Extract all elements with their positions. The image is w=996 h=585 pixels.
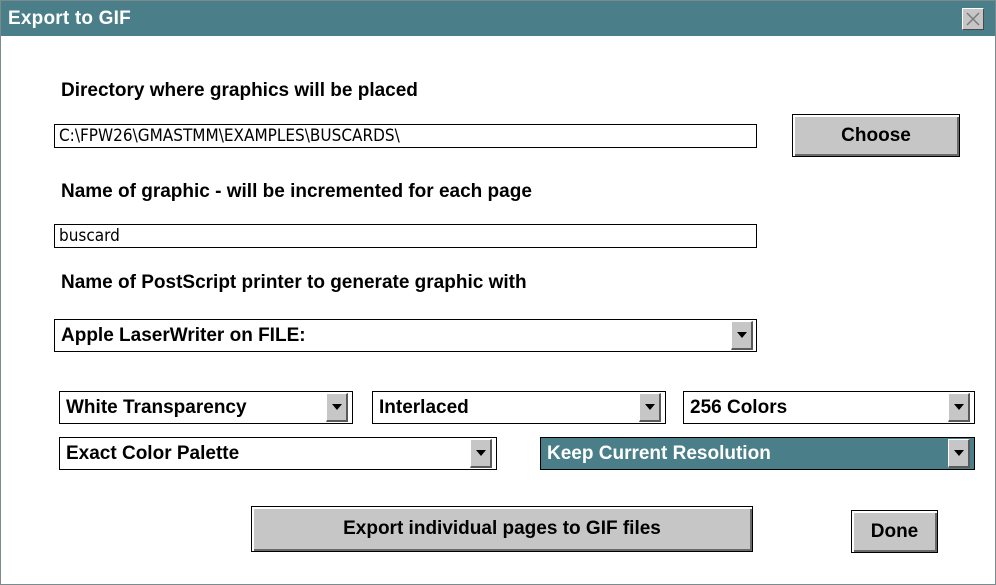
chevron-down-icon[interactable] xyxy=(948,439,970,468)
palette-value: Exact Color Palette xyxy=(66,443,240,464)
interlace-value: Interlaced xyxy=(379,397,469,418)
colors-value: 256 Colors xyxy=(690,397,788,418)
directory-label: Directory where graphics will be placed xyxy=(61,80,418,101)
transparency-select[interactable]: White Transparency xyxy=(59,391,353,424)
dialog-title: Export to GIF xyxy=(8,8,131,29)
graphic-name-input[interactable]: buscard xyxy=(54,224,757,248)
chevron-down-icon[interactable] xyxy=(639,393,661,422)
chevron-down-icon[interactable] xyxy=(948,393,970,422)
directory-input[interactable]: C:\FPW26\GMASTMM\EXAMPLES\BUSCARDS\ xyxy=(54,124,757,148)
printer-label: Name of PostScript printer to generate g… xyxy=(61,272,527,293)
palette-select[interactable]: Exact Color Palette xyxy=(59,437,497,470)
title-bar[interactable]: Export to GIF xyxy=(1,1,995,36)
graphic-name-label: Name of graphic - will be incremented fo… xyxy=(61,181,532,202)
colors-select[interactable]: 256 Colors xyxy=(683,391,975,424)
chevron-down-icon[interactable] xyxy=(326,393,348,422)
resolution-value: Keep Current Resolution xyxy=(547,443,771,464)
export-dialog: Export to GIF Directory where graphics w… xyxy=(0,0,996,585)
export-button[interactable]: Export individual pages to GIF files xyxy=(251,506,753,552)
close-icon xyxy=(966,12,980,26)
transparency-value: White Transparency xyxy=(66,397,247,418)
chevron-down-icon[interactable] xyxy=(731,321,753,350)
done-button[interactable]: Done xyxy=(851,510,938,553)
printer-selected-value: Apple LaserWriter on FILE: xyxy=(61,325,306,346)
interlace-select[interactable]: Interlaced xyxy=(372,391,666,424)
choose-button[interactable]: Choose xyxy=(792,114,960,157)
close-button[interactable] xyxy=(962,8,984,30)
printer-select[interactable]: Apple LaserWriter on FILE: xyxy=(54,319,757,352)
chevron-down-icon[interactable] xyxy=(470,439,492,468)
resolution-select[interactable]: Keep Current Resolution xyxy=(540,437,975,470)
